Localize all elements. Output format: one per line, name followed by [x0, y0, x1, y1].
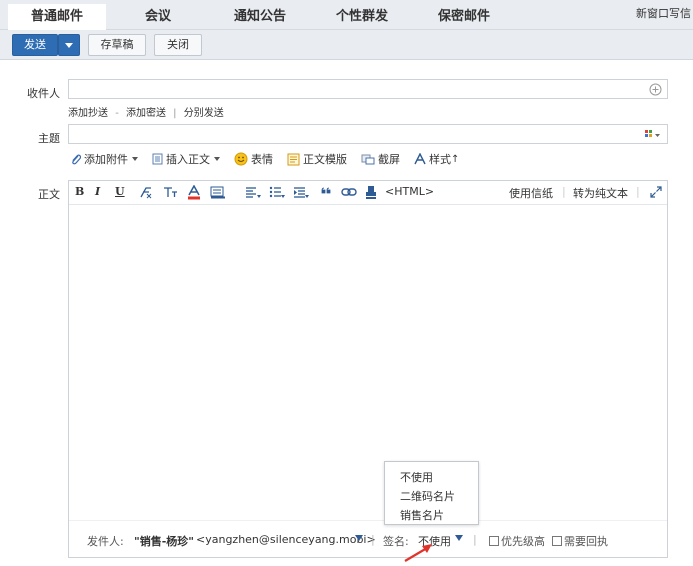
paperclip-icon [72, 154, 81, 165]
signature-option-none[interactable]: 不使用 [400, 469, 433, 485]
plain-text-link[interactable]: 转为纯文本 [573, 185, 628, 201]
align-icon[interactable] [245, 186, 261, 199]
add-bcc-link[interactable]: 添加密送 [126, 108, 166, 119]
add-contact-icon[interactable] [649, 83, 662, 96]
recipient-input[interactable] [68, 79, 668, 99]
body-template-button[interactable]: 正文模版 [287, 151, 347, 167]
compose-toolbar: 发送 存草稿 关闭 [0, 30, 693, 60]
priority-checkbox[interactable] [489, 536, 499, 546]
signature-dropdown[interactable] [451, 531, 463, 544]
tab-normal-mail[interactable]: 普通邮件 [8, 4, 106, 30]
emoji-button[interactable]: 表情 [234, 151, 273, 167]
template-icon [287, 153, 300, 165]
style-button[interactable]: 样式 ↑ [414, 151, 459, 167]
erase-icon[interactable] [365, 185, 377, 200]
subject-label: 主题 [38, 132, 60, 145]
close-button[interactable]: 关闭 [154, 34, 202, 56]
list-icon[interactable] [269, 186, 285, 199]
separate-send-link[interactable]: 分别发送 [184, 108, 224, 119]
add-attachment-button[interactable]: 添加附件 [70, 151, 138, 167]
font-size-icon[interactable] [163, 186, 179, 199]
compose-footer: 发件人: "销售-杨珍" <yangzhen@silenceyang.mobi>… [69, 520, 667, 558]
recipient-options: 添加抄送 - 添加密送 | 分别发送 [68, 104, 224, 119]
screenshot-button[interactable]: 截屏 [361, 151, 400, 167]
rich-text-toolbar: B I U <HTML> 使用信纸 | 转为纯文本 | [69, 181, 667, 205]
send-button[interactable]: 发送 [12, 34, 58, 56]
tab-meeting[interactable]: 会议 [108, 4, 208, 30]
receipt-checkbox[interactable] [552, 536, 562, 546]
footer-separator: | [371, 533, 375, 546]
font-color-icon[interactable] [187, 185, 201, 200]
separator-dash: - [115, 108, 119, 119]
link-icon[interactable] [341, 187, 357, 197]
priority-high-option[interactable]: 优先级高 [489, 533, 545, 549]
triangle-down-icon [455, 535, 463, 541]
tab-personalized-mass[interactable]: 个性群发 [312, 4, 412, 30]
underline-button[interactable]: U [115, 185, 125, 198]
read-receipt-option[interactable]: 需要回执 [552, 533, 608, 549]
footer-separator-2: | [473, 533, 477, 546]
font-style-icon [414, 153, 426, 165]
scissors-icon [361, 154, 375, 165]
bold-button[interactable]: B [75, 185, 84, 198]
quote-icon[interactable] [320, 186, 332, 198]
body-label: 正文 [38, 188, 60, 201]
sender-dropdown[interactable] [351, 531, 363, 544]
toolbar-separator: | [562, 185, 566, 198]
smiley-icon [234, 152, 248, 166]
indent-icon[interactable] [293, 186, 309, 199]
arrow-up-icon: ↑ [451, 153, 460, 165]
insert-body-button[interactable]: 插入正文 [152, 151, 220, 167]
background-color-icon[interactable] [210, 185, 226, 199]
html-mode-button[interactable]: <HTML> [385, 185, 434, 198]
annotation-arrow-icon [404, 544, 432, 562]
add-cc-link[interactable]: 添加抄送 [68, 108, 108, 119]
expand-icon[interactable] [650, 186, 662, 198]
use-stationery-link[interactable]: 使用信纸 [509, 185, 553, 201]
subject-input[interactable] [68, 124, 668, 144]
tab-notice[interactable]: 通知公告 [210, 4, 310, 30]
chevron-down-icon [214, 157, 220, 161]
new-window-compose-link[interactable]: 新窗口写信 [636, 5, 691, 21]
sender-label: 发件人: [87, 535, 124, 548]
clear-format-icon[interactable] [139, 186, 153, 199]
recipient-label: 收件人 [27, 87, 60, 100]
chevron-down-icon [132, 157, 138, 161]
triangle-down-icon [355, 535, 363, 541]
signature-option-qrcode-card[interactable]: 二维码名片 [400, 488, 455, 504]
attachment-toolbar: 添加附件 插入正文 表情 正文模版 截屏 样式 ↑ [70, 151, 473, 167]
compose-type-tabs: 普通邮件 会议 通知公告 个性群发 保密邮件 新窗口写信 [0, 0, 693, 30]
document-icon [152, 153, 163, 165]
toolbar-separator-2: | [636, 185, 640, 198]
chevron-down-icon [65, 42, 73, 48]
send-options-dropdown[interactable] [58, 34, 80, 56]
sender-email: <yangzhen@silenceyang.mobi> [196, 533, 376, 546]
sender-name: "销售-杨珍" [134, 535, 195, 548]
signature-option-sales-card[interactable]: 销售名片 [400, 507, 444, 523]
italic-button[interactable]: I [95, 185, 100, 198]
separator-pipe: | [173, 108, 177, 119]
signature-menu: 不使用 二维码名片 销售名片 [384, 461, 479, 525]
tab-confidential-mail[interactable]: 保密邮件 [414, 4, 514, 30]
save-draft-button[interactable]: 存草稿 [88, 34, 146, 56]
body-editor[interactable]: B I U <HTML> 使用信纸 | 转为纯文本 | 发件人: "销售-杨珍"… [68, 180, 668, 558]
subject-color-picker-icon[interactable] [645, 130, 661, 140]
